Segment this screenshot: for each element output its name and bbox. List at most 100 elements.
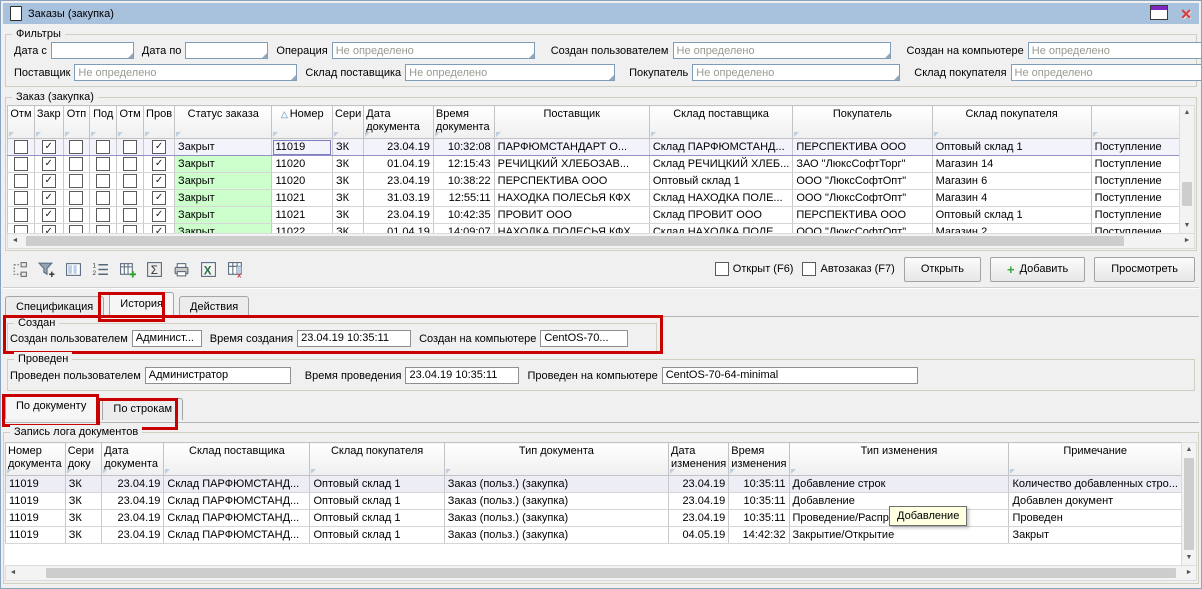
checkbox-unchecked[interactable]: [69, 191, 83, 205]
checkbox-cell[interactable]: [117, 139, 144, 156]
checkbox-cell[interactable]: ✓: [34, 190, 63, 207]
checkbox-cell[interactable]: [117, 173, 144, 190]
scrollbar-thumb[interactable]: [1184, 458, 1194, 550]
tab-history[interactable]: История: [109, 292, 174, 317]
checkbox-checked[interactable]: ✓: [42, 174, 56, 188]
checkbox-unchecked[interactable]: [96, 157, 110, 171]
table-row[interactable]: ✓✓Закрыт11021ЗК23.04.1910:42:35ПРОВИТ ОО…: [8, 207, 1180, 224]
orders-horizontal-scrollbar[interactable]: ◄ ►: [7, 233, 1195, 249]
scroll-down-icon[interactable]: ▼: [1182, 551, 1196, 565]
column-header[interactable]: Закр: [34, 106, 63, 139]
column-header[interactable]: Время изменения: [729, 443, 789, 476]
scrollbar-thumb[interactable]: [26, 236, 1124, 246]
column-header[interactable]: Отм: [8, 106, 35, 139]
column-header[interactable]: Дата изменения: [669, 443, 729, 476]
scroll-left-icon[interactable]: ◄: [6, 566, 20, 580]
checkbox-unchecked[interactable]: [96, 174, 110, 188]
scrollbar-thumb[interactable]: [46, 568, 1176, 578]
tab-specification[interactable]: Спецификация: [5, 296, 104, 318]
filter-supplier-input[interactable]: [74, 64, 297, 81]
column-header[interactable]: Тип документа: [444, 443, 668, 476]
checkbox-cell[interactable]: [117, 207, 144, 224]
scroll-right-icon[interactable]: ►: [1180, 234, 1194, 248]
scroll-left-icon[interactable]: ◄: [8, 234, 22, 248]
checkbox-cell[interactable]: [117, 156, 144, 173]
column-header[interactable]: Отм: [117, 106, 144, 139]
columns-icon[interactable]: [63, 259, 83, 279]
table-row[interactable]: ✓✓Закрыт11019ЗК23.04.1910:32:08ПАРФЮМСТА…: [8, 139, 1180, 156]
checkbox-cell[interactable]: ✓: [34, 139, 63, 156]
checkbox-cell[interactable]: ✓: [144, 173, 175, 190]
checkbox-cell[interactable]: [90, 190, 117, 207]
checkbox-unchecked[interactable]: [123, 140, 137, 154]
column-header[interactable]: Дата документа: [364, 106, 434, 139]
column-header[interactable]: Статус заказа: [175, 106, 272, 139]
checkbox-cell[interactable]: [63, 139, 90, 156]
column-header[interactable]: Дата документа: [102, 443, 164, 476]
table-row[interactable]: 11019ЗК23.04.19Склад ПАРФЮМСТАНД...Оптов…: [6, 510, 1182, 527]
checkbox-cell[interactable]: ✓: [34, 156, 63, 173]
checkbox-checked[interactable]: ✓: [152, 208, 166, 222]
checkbox-checked[interactable]: ✓: [152, 140, 166, 154]
checkbox-cell[interactable]: [63, 173, 90, 190]
checkbox-unchecked[interactable]: [123, 191, 137, 205]
checkbox-cell[interactable]: ✓: [144, 190, 175, 207]
excel-export-icon[interactable]: X: [198, 259, 218, 279]
table-row[interactable]: ✓✓Закрыт11020ЗК01.04.1912:15:43РЕЧИЦКИЙ …: [8, 156, 1180, 173]
checkbox-cell[interactable]: [90, 207, 117, 224]
checkbox-cell[interactable]: [8, 190, 35, 207]
checkbox-checked[interactable]: ✓: [152, 174, 166, 188]
checkbox-cell[interactable]: [63, 190, 90, 207]
scroll-up-icon[interactable]: ▲: [1182, 443, 1196, 457]
filter-buyer-input[interactable]: [692, 64, 900, 81]
checkbox-unchecked[interactable]: [96, 191, 110, 205]
window-titlebar[interactable]: Заказы (закупка) ✕: [3, 3, 1199, 24]
column-header[interactable]: Сери доку: [65, 443, 102, 476]
tree-icon[interactable]: [9, 259, 29, 279]
column-header[interactable]: Под: [90, 106, 117, 139]
checkbox-checked[interactable]: ✓: [42, 157, 56, 171]
checkbox-cell[interactable]: [8, 139, 35, 156]
checkbox-unchecked[interactable]: [69, 208, 83, 222]
table-row[interactable]: 11019ЗК23.04.19Склад ПАРФЮМСТАНД...Оптов…: [6, 493, 1182, 510]
maximize-button[interactable]: [1150, 5, 1168, 23]
filter-date-from-input[interactable]: [51, 42, 134, 59]
checkbox-cell[interactable]: [90, 139, 117, 156]
column-header[interactable]: Тип изменения: [789, 443, 1009, 476]
sum-icon[interactable]: Σ: [144, 259, 164, 279]
scroll-down-icon[interactable]: ▼: [1180, 219, 1194, 233]
checkbox-cell[interactable]: ✓: [144, 156, 175, 173]
filter-created-user-input[interactable]: [673, 42, 891, 59]
checkbox-unchecked[interactable]: [802, 262, 816, 276]
open-f6-checkbox[interactable]: Открыт (F6): [715, 262, 794, 276]
checkbox-checked[interactable]: ✓: [42, 208, 56, 222]
column-header[interactable]: Сери: [332, 106, 363, 139]
column-header[interactable]: [1091, 106, 1179, 139]
checkbox-checked[interactable]: ✓: [152, 157, 166, 171]
print-icon[interactable]: [171, 259, 191, 279]
column-header[interactable]: Склад поставщика: [649, 106, 793, 139]
checkbox-unchecked[interactable]: [69, 140, 83, 154]
checkbox-unchecked[interactable]: [14, 191, 28, 205]
scroll-right-icon[interactable]: ►: [1182, 566, 1196, 580]
checkbox-unchecked[interactable]: [715, 262, 729, 276]
filter-operation-input[interactable]: [332, 42, 535, 59]
checkbox-cell[interactable]: ✓: [144, 207, 175, 224]
checkbox-unchecked[interactable]: [69, 157, 83, 171]
checkbox-checked[interactable]: ✓: [42, 140, 56, 154]
filter-buyer-warehouse-input[interactable]: [1011, 64, 1202, 81]
column-header[interactable]: Примечание: [1009, 443, 1182, 476]
open-button[interactable]: Открыть: [904, 257, 981, 282]
column-header[interactable]: Покупатель: [793, 106, 932, 139]
log-vertical-scrollbar[interactable]: ▲ ▼: [1181, 442, 1197, 566]
table-row[interactable]: ✓✓Закрыт11020ЗК23.04.1910:38:22ПЕРСПЕКТИ…: [8, 173, 1180, 190]
checkbox-unchecked[interactable]: [123, 157, 137, 171]
checkbox-unchecked[interactable]: [14, 157, 28, 171]
checkbox-cell[interactable]: [117, 190, 144, 207]
view-button[interactable]: Просмотреть: [1094, 257, 1195, 282]
checkbox-unchecked[interactable]: [14, 174, 28, 188]
checkbox-unchecked[interactable]: [96, 208, 110, 222]
checkbox-cell[interactable]: [63, 156, 90, 173]
table-delete-icon[interactable]: x: [225, 259, 245, 279]
column-header[interactable]: Склад поставщика: [164, 443, 310, 476]
